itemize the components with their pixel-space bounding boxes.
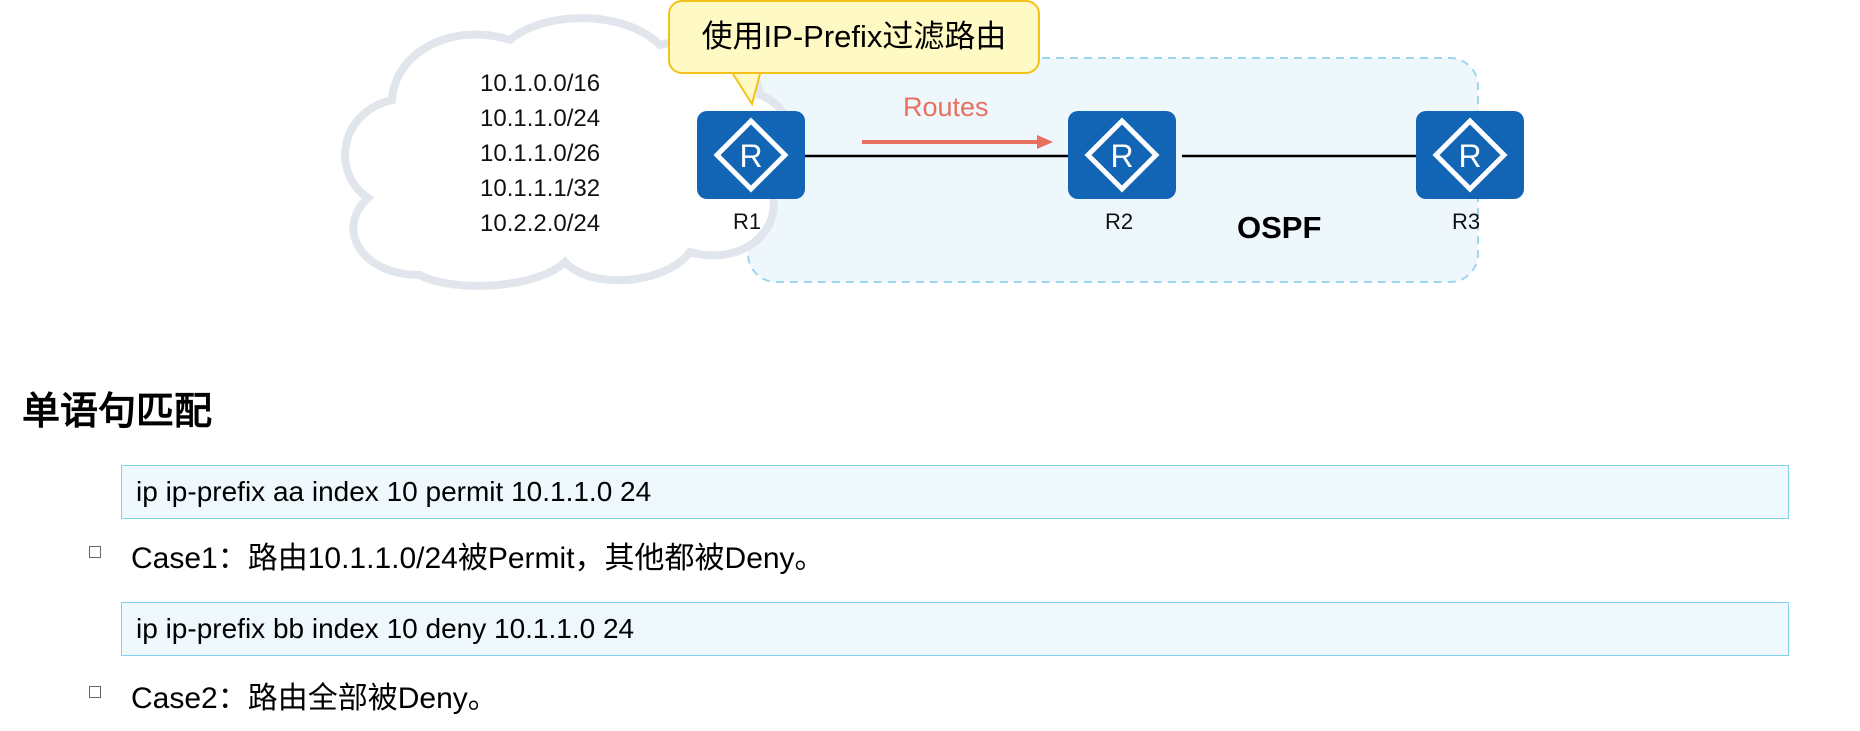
router-r2-icon: R	[1068, 111, 1176, 199]
router-label-r1: R1	[733, 209, 762, 234]
case-text: Case2：路由全部被Deny。	[131, 682, 498, 715]
router-r1-icon: R	[697, 111, 805, 199]
command-text: ip ip-prefix aa index 10 permit 10.1.1.0…	[136, 476, 652, 507]
command-box: ip ip-prefix aa index 10 permit 10.1.1.0…	[121, 465, 1789, 519]
cloud-route-item: 10.2.2.0/24	[480, 210, 601, 237]
command-box: ip ip-prefix bb index 10 deny 10.1.1.0 2…	[121, 602, 1789, 656]
ospf-label: OSPF	[1237, 210, 1322, 245]
cloud-route-item: 10.1.1.0/26	[480, 140, 601, 167]
bullet-icon	[89, 686, 101, 698]
router-label-r3: R3	[1452, 209, 1481, 234]
cloud-route-item: 10.1.0.0/16	[480, 70, 601, 97]
case-text: Case1：路由10.1.1.0/24被Permit，其他都被Deny。	[131, 542, 825, 575]
command-text: ip ip-prefix bb index 10 deny 10.1.1.0 2…	[136, 613, 635, 644]
svg-text:R: R	[1110, 138, 1133, 174]
router-label-r2: R2	[1105, 209, 1134, 234]
callout-box: 使用IP-Prefix过滤路由	[668, 0, 1040, 74]
router-r3-icon: R	[1416, 111, 1524, 199]
svg-text:R: R	[1458, 138, 1481, 174]
bullet-icon	[89, 546, 101, 558]
cloud-route-item: 10.1.1.0/24	[480, 105, 601, 132]
routes-label: Routes	[903, 92, 989, 122]
svg-text:R: R	[739, 138, 762, 174]
callout-text: 使用IP-Prefix过滤路由	[701, 19, 1007, 54]
cloud-route-item: 10.1.1.1/32	[480, 175, 601, 202]
section-heading: 单语句匹配	[22, 391, 213, 433]
